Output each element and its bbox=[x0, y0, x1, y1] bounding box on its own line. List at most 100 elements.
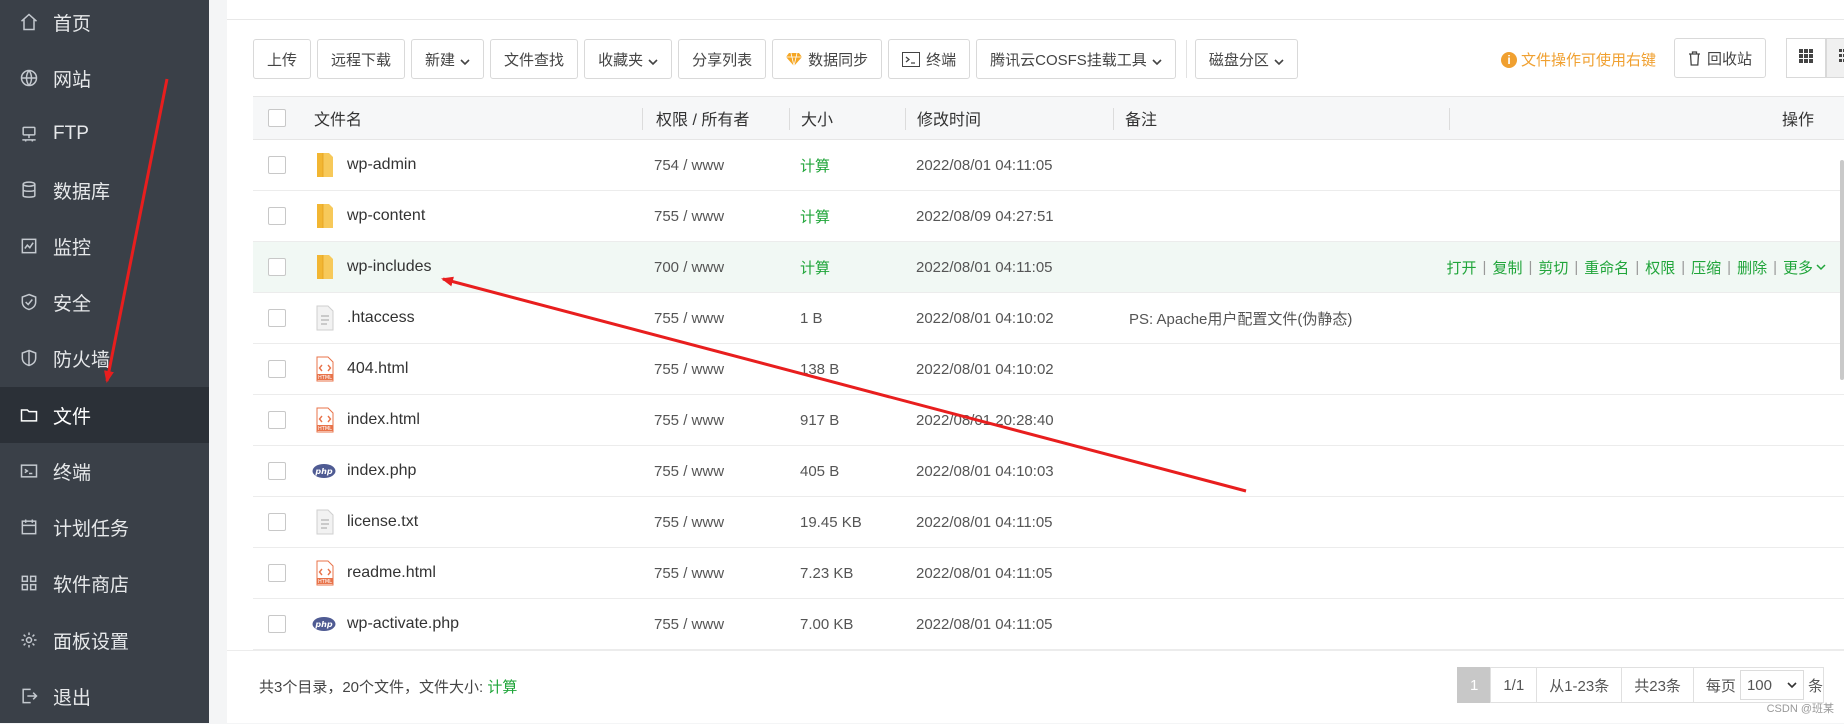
list-view-button[interactable] bbox=[1826, 38, 1844, 78]
data-sync-label: 数据同步 bbox=[808, 51, 869, 69]
calc-size-link[interactable]: 计算 bbox=[800, 191, 830, 241]
new-dropdown-button[interactable]: 新建 bbox=[411, 39, 485, 79]
file-permission[interactable]: 754 / www bbox=[654, 140, 724, 190]
sidebar-item-logout[interactable]: 退出 bbox=[0, 668, 209, 724]
file-permission[interactable]: 755 / www bbox=[654, 293, 724, 343]
per-page-select[interactable]: 100 bbox=[1739, 670, 1804, 700]
table-row[interactable]: .htaccess 755 / www 1 B 2022/08/01 04:10:02… bbox=[253, 293, 1844, 344]
sidebar-item-files[interactable]: 文件 bbox=[0, 387, 209, 443]
file-name-link[interactable]: wp-admin bbox=[347, 140, 416, 190]
grid-view-button[interactable] bbox=[1786, 38, 1826, 78]
file-permission[interactable]: 755 / www bbox=[654, 599, 724, 649]
file-mtime: 2022/08/01 04:11:05 bbox=[916, 513, 1053, 531]
row-checkbox[interactable] bbox=[268, 462, 286, 480]
table-row[interactable]: HTML index.html 755 / www 917 B 2022/08/01 2… bbox=[253, 395, 1844, 446]
file-mtime: 2022/08/01 04:10:03 bbox=[916, 462, 1054, 480]
file-permission[interactable]: 755 / www bbox=[654, 446, 724, 496]
col-header-name[interactable]: 文件名 bbox=[314, 97, 362, 139]
calc-total-size-link[interactable]: 计算 bbox=[487, 679, 517, 696]
action-2[interactable]: 剪切 bbox=[1538, 257, 1568, 278]
row-checkbox[interactable] bbox=[268, 309, 286, 327]
table-row[interactable]: license.txt 755 / www 19.45 KB 2022/08/01 0… bbox=[253, 497, 1844, 548]
file-name-link[interactable]: index.php bbox=[347, 446, 416, 496]
file-name-link[interactable]: readme.html bbox=[347, 548, 436, 598]
favorites-dropdown-button[interactable]: 收藏夹 bbox=[584, 39, 673, 79]
calc-size-link[interactable]: 计算 bbox=[800, 140, 830, 190]
terminal-button[interactable]: 终端 bbox=[888, 39, 971, 79]
file-name-link[interactable]: index.html bbox=[347, 395, 420, 445]
select-all-checkbox[interactable] bbox=[268, 109, 286, 127]
file-permission[interactable]: 700 / www bbox=[654, 242, 724, 292]
top-divider bbox=[227, 0, 1844, 20]
chevron-down-icon bbox=[1152, 54, 1162, 66]
col-header-mtime[interactable]: 修改时间 bbox=[917, 97, 981, 139]
col-header-size[interactable]: 大小 bbox=[801, 97, 833, 139]
html-file-icon: HTML bbox=[314, 356, 338, 382]
remote-download-button[interactable]: 远程下载 bbox=[317, 39, 406, 79]
upload-button[interactable]: 上传 bbox=[253, 39, 312, 79]
sidebar-item-security[interactable]: 安全 bbox=[0, 274, 209, 330]
col-header-perm[interactable]: 权限 / 所有者 bbox=[656, 97, 749, 139]
file-name-link[interactable]: wp-activate.php bbox=[347, 599, 459, 649]
action-5[interactable]: 压缩 bbox=[1691, 257, 1721, 278]
action-1[interactable]: 复制 bbox=[1492, 257, 1522, 278]
table-row[interactable]: wp-content 755 / www 计算 2022/08/09 04:27:51 bbox=[253, 191, 1844, 242]
action-0[interactable]: 打开 bbox=[1447, 257, 1477, 278]
table-row[interactable]: php index.php 755 / www 405 B 2022/08/01 04:… bbox=[253, 446, 1844, 497]
file-permission[interactable]: 755 / www bbox=[654, 191, 724, 241]
action-6[interactable]: 删除 bbox=[1737, 257, 1767, 278]
action-7[interactable]: 更多 bbox=[1783, 257, 1813, 278]
file-name-link[interactable]: wp-content bbox=[347, 191, 425, 241]
table-row[interactable]: wp-admin 754 / www 计算 2022/08/01 04:11:05 bbox=[253, 140, 1844, 191]
col-header-note[interactable]: 备注 bbox=[1125, 97, 1157, 139]
table-row[interactable]: HTML 404.html 755 / www 138 B 2022/08/01 04:… bbox=[253, 344, 1844, 395]
action-4[interactable]: 权限 bbox=[1645, 257, 1675, 278]
table-row[interactable]: php wp-activate.php 755 / www 7.00 KB 2022/0… bbox=[253, 599, 1844, 650]
new-label: 新建 bbox=[425, 51, 456, 69]
sidebar-item-settings[interactable]: 面板设置 bbox=[0, 612, 209, 668]
row-checkbox[interactable] bbox=[268, 411, 286, 429]
sidebar-item-home[interactable]: 首页 bbox=[0, 0, 209, 50]
file-mtime: 2022/08/01 04:11:05 bbox=[916, 564, 1053, 582]
calc-size-link[interactable]: 计算 bbox=[800, 242, 830, 292]
file-name-link[interactable]: license.txt bbox=[347, 497, 418, 547]
file-permission[interactable]: 755 / www bbox=[654, 548, 724, 598]
vertical-scrollbar[interactable] bbox=[1840, 160, 1844, 380]
shield-icon bbox=[18, 291, 40, 313]
row-checkbox[interactable] bbox=[268, 258, 286, 276]
chevron-down-icon[interactable] bbox=[1813, 259, 1826, 276]
table-row[interactable]: HTML readme.html 755 / www 7.23 KB 2022/08/0… bbox=[253, 548, 1844, 599]
file-search-button[interactable]: 文件查找 bbox=[490, 39, 579, 79]
sidebar-item-database[interactable]: 数据库 bbox=[0, 162, 209, 218]
file-note: PS: Apache用户配置文件(伪静态) bbox=[1129, 310, 1353, 328]
row-checkbox[interactable] bbox=[268, 156, 286, 174]
sidebar-item-cron[interactable]: 计划任务 bbox=[0, 499, 209, 555]
file-name-link[interactable]: wp-includes bbox=[347, 242, 431, 292]
row-checkbox[interactable] bbox=[268, 513, 286, 531]
file-permission[interactable]: 755 / www bbox=[654, 395, 724, 445]
sidebar-item-firewall[interactable]: 防火墙 bbox=[0, 330, 209, 386]
row-checkbox[interactable] bbox=[268, 564, 286, 582]
row-checkbox[interactable] bbox=[268, 207, 286, 225]
action-separator: | bbox=[1773, 258, 1777, 276]
table-row[interactable]: wp-includes 700 / www 计算 2022/08/01 04:11:0… bbox=[253, 242, 1844, 293]
row-checkbox[interactable] bbox=[268, 360, 286, 378]
sidebar-item-app-store[interactable]: 软件商店 bbox=[0, 555, 209, 611]
action-3[interactable]: 重命名 bbox=[1584, 257, 1629, 278]
sidebar-item-website[interactable]: 网站 bbox=[0, 50, 209, 106]
page-current[interactable]: 1 bbox=[1457, 667, 1492, 703]
recycle-bin-button[interactable]: 回收站 bbox=[1674, 38, 1767, 78]
sidebar-item-ftp[interactable]: FTP bbox=[0, 106, 209, 162]
data-sync-button[interactable]: 数据同步 bbox=[772, 39, 883, 79]
file-name-link[interactable]: .htaccess bbox=[347, 293, 415, 343]
file-name-link[interactable]: 404.html bbox=[347, 344, 408, 394]
share-list-button[interactable]: 分享列表 bbox=[678, 39, 767, 79]
row-checkbox[interactable] bbox=[268, 615, 286, 633]
file-permission[interactable]: 755 / www bbox=[654, 344, 724, 394]
disk-partition-dropdown-button[interactable]: 磁盘分区 bbox=[1194, 39, 1298, 79]
cosfs-dropdown-button[interactable]: 腾讯云COSFS挂载工具 bbox=[976, 39, 1176, 79]
grid-icon bbox=[1799, 48, 1813, 68]
sidebar-item-monitor[interactable]: 监控 bbox=[0, 218, 209, 274]
file-permission[interactable]: 755 / www bbox=[654, 497, 724, 547]
sidebar-item-terminal[interactable]: 终端 bbox=[0, 443, 209, 499]
